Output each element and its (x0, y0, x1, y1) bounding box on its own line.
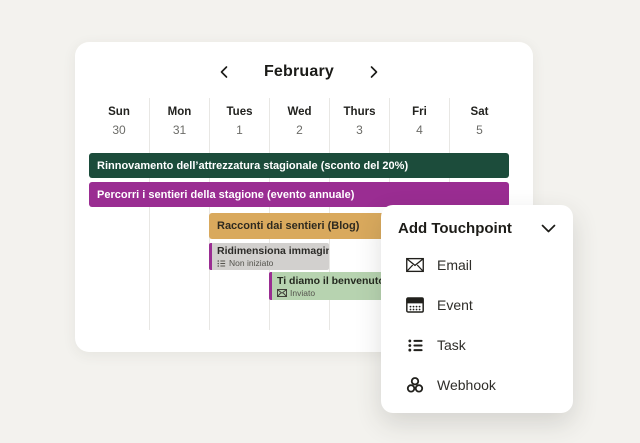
panel-title: Add Touchpoint (398, 220, 512, 237)
list-icon (406, 336, 424, 354)
page-background: February Sun 30 Mon 31 Tues 1 Wed (0, 0, 640, 443)
list-icon (217, 259, 226, 268)
day-name: Sun (89, 106, 149, 118)
day-name: Sat (450, 106, 509, 118)
event-bar-rinnovamento[interactable]: Rinnovamento dell’attrezzatura stagional… (89, 153, 509, 178)
event-title: Ti diamo il benvenuto (277, 275, 389, 287)
email-icon (406, 256, 424, 274)
day-name: Mon (150, 106, 209, 118)
menu-item-webhook[interactable]: Webhook (406, 365, 573, 405)
event-title: Percorri i sentieri della stagione (even… (97, 189, 354, 201)
day-column-sun: Sun 30 (89, 98, 149, 330)
event-title: Rinnovamento dell’attrezzatura stagional… (97, 160, 408, 172)
month-title: February (264, 63, 334, 81)
event-status: Inviato (277, 288, 389, 298)
day-column-mon: Mon 31 (149, 98, 209, 330)
calendar-header: February (89, 58, 509, 86)
event-status-label: Inviato (290, 288, 315, 298)
touchpoint-menu: Email Event (381, 237, 573, 405)
day-number: 1 (210, 123, 269, 137)
menu-item-email[interactable]: Email (406, 245, 573, 285)
calendar-icon (406, 296, 424, 314)
menu-item-task[interactable]: Task (406, 325, 573, 365)
envelope-icon (277, 289, 287, 297)
day-number: 31 (150, 123, 209, 137)
next-month-button[interactable] (366, 63, 382, 81)
day-name: Thurs (330, 106, 389, 118)
day-number: 4 (390, 123, 449, 137)
day-number: 5 (450, 123, 509, 137)
event-bar-percorri[interactable]: Percorri i sentieri della stagione (even… (89, 182, 509, 207)
chevron-left-icon (218, 65, 230, 79)
event-bar-ridimensiona[interactable]: Ridimensiona immagini Non iniziato (209, 243, 329, 270)
day-name: Wed (270, 106, 329, 118)
chevron-down-icon (541, 224, 556, 233)
webhook-icon (406, 376, 424, 394)
day-name: Fri (390, 106, 449, 118)
chevron-right-icon (368, 65, 380, 79)
add-touchpoint-panel: Add Touchpoint Email (381, 205, 573, 413)
menu-item-label: Email (437, 257, 472, 273)
event-status: Non iniziato (217, 258, 329, 268)
day-number: 30 (89, 123, 149, 137)
menu-item-label: Task (437, 337, 466, 353)
menu-item-label: Event (437, 297, 473, 313)
event-bar-benvenuto[interactable]: Ti diamo il benvenuto Inviato (269, 272, 389, 300)
prev-month-button[interactable] (216, 63, 232, 81)
menu-item-event[interactable]: Event (406, 285, 573, 325)
event-title: Racconti dai sentieri (Blog) (217, 220, 359, 232)
menu-item-label: Webhook (437, 377, 496, 393)
day-name: Tues (210, 106, 269, 118)
day-number: 3 (330, 123, 389, 137)
day-number: 2 (270, 123, 329, 137)
event-status-label: Non iniziato (229, 258, 273, 268)
add-touchpoint-toggle[interactable]: Add Touchpoint (381, 205, 573, 237)
event-title: Ridimensiona immagini (217, 245, 329, 257)
event-bar-racconti[interactable]: Racconti dai sentieri (Blog) (209, 213, 389, 239)
